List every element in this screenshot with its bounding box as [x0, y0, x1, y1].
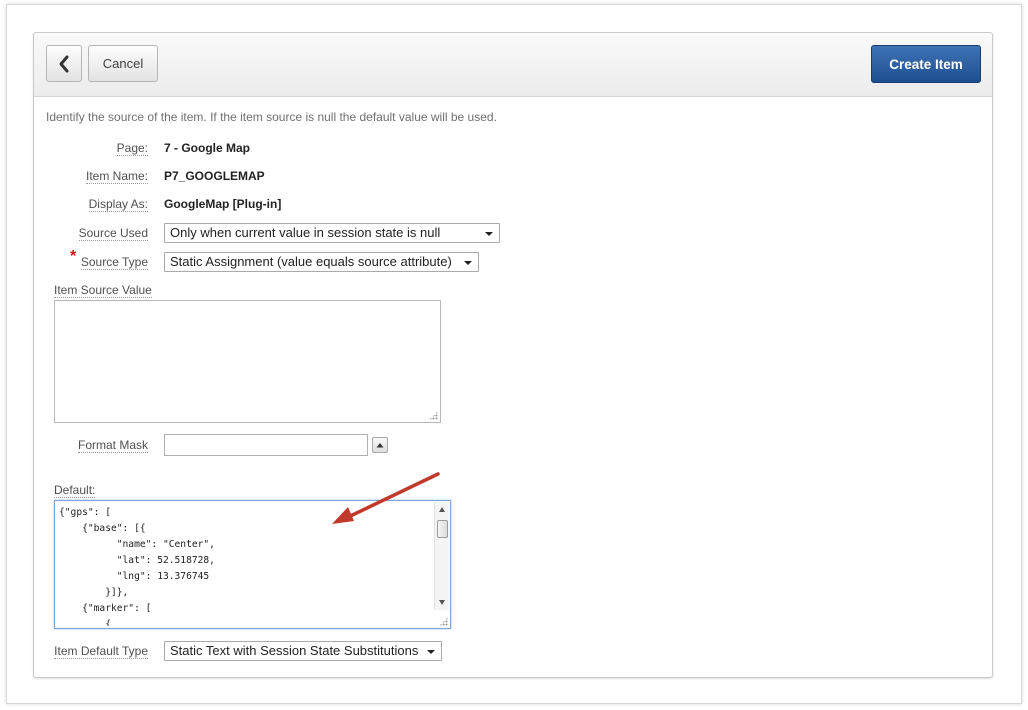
source-type-label: Source Type	[80, 255, 148, 270]
source-used-select[interactable]: Only when current value in session state…	[164, 223, 500, 243]
format-mask-label: Format Mask	[77, 438, 148, 453]
scroll-down-icon[interactable]	[439, 600, 445, 605]
page-value: 7 - Google Map	[164, 141, 251, 155]
item-default-type-label: Item Default Type	[54, 644, 148, 659]
intro-text: Identify the source of the item. If the …	[46, 110, 497, 124]
chevron-left-icon	[59, 55, 69, 72]
back-button[interactable]	[46, 45, 82, 82]
chevron-up-icon	[376, 443, 384, 448]
create-item-panel: Cancel Create Item Identify the source o…	[33, 32, 993, 678]
chevron-down-icon	[427, 650, 435, 654]
item-name-value: P7_GOOGLEMAP	[164, 169, 265, 183]
display-as-value: GoogleMap [Plug-in]	[164, 197, 282, 211]
chevron-down-icon	[485, 232, 493, 236]
page-label: Page:	[116, 141, 148, 156]
toolbar: Cancel Create Item	[34, 33, 992, 97]
source-type-value: Static Assignment (value equals source a…	[170, 254, 452, 269]
item-name-label: Item Name:	[85, 169, 148, 184]
required-marker: *	[70, 248, 77, 265]
default-label: Default:	[54, 483, 96, 498]
format-mask-popup-button[interactable]	[372, 437, 388, 453]
source-used-label: Source Used	[78, 226, 148, 241]
resize-grip-icon[interactable]	[439, 617, 448, 626]
cancel-button[interactable]: Cancel	[88, 45, 158, 82]
item-source-value-textarea[interactable]	[54, 300, 441, 423]
chevron-down-icon	[464, 261, 472, 265]
item-source-value-label: Item Source Value	[54, 283, 152, 298]
resize-grip-icon[interactable]	[429, 411, 438, 420]
display-as-label: Display As:	[88, 197, 148, 212]
create-item-button[interactable]: Create Item	[871, 45, 981, 83]
arrow-icon	[332, 472, 440, 524]
item-default-type-select[interactable]: Static Text with Session State Substitut…	[164, 641, 442, 661]
format-mask-input[interactable]	[164, 434, 368, 456]
source-used-value: Only when current value in session state…	[170, 225, 441, 240]
source-type-select[interactable]: Static Assignment (value equals source a…	[164, 252, 479, 272]
item-default-type-value: Static Text with Session State Substitut…	[170, 643, 419, 658]
